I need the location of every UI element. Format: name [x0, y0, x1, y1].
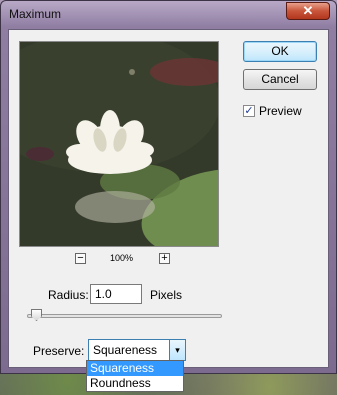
preserve-dropdown-list: Squareness Roundness — [86, 360, 184, 392]
radius-slider-thumb[interactable] — [31, 309, 42, 321]
preview-checkbox[interactable]: ✓ — [243, 105, 255, 117]
dropdown-option-roundness[interactable]: Roundness — [87, 376, 183, 391]
zoom-controls: − 100% + — [75, 253, 175, 267]
dialog-title: Maximum — [9, 7, 62, 21]
preview-checkbox-label[interactable]: Preview — [259, 104, 302, 118]
preserve-label: Preserve: — [33, 344, 85, 358]
radius-label: Radius: — [48, 288, 89, 302]
ok-button[interactable]: OK — [243, 41, 317, 62]
radius-slider-track[interactable] — [27, 314, 222, 318]
zoom-in-button[interactable]: + — [159, 253, 170, 264]
zoom-out-button[interactable]: − — [75, 253, 86, 264]
preserve-select-value: Squareness — [93, 343, 158, 357]
preview-image[interactable] — [19, 41, 219, 247]
zoom-level: 100% — [110, 253, 134, 263]
water-lily-preview — [20, 42, 218, 246]
cancel-button[interactable]: Cancel — [243, 69, 317, 90]
maximum-dialog: Maximum ✕ − 100% + OK Cancel ✓ Preview R… — [0, 0, 337, 374]
radius-input[interactable]: 1.0 — [90, 284, 142, 304]
dropdown-option-squareness[interactable]: Squareness — [87, 361, 183, 376]
close-button[interactable]: ✕ — [286, 2, 330, 20]
radius-unit-label: Pixels — [150, 288, 183, 302]
dialog-client-area: − 100% + OK Cancel ✓ Preview Radius: 1.0… — [8, 29, 329, 368]
preserve-select[interactable]: Squareness ▾ — [88, 339, 186, 361]
chevron-down-icon[interactable]: ▾ — [169, 340, 185, 360]
